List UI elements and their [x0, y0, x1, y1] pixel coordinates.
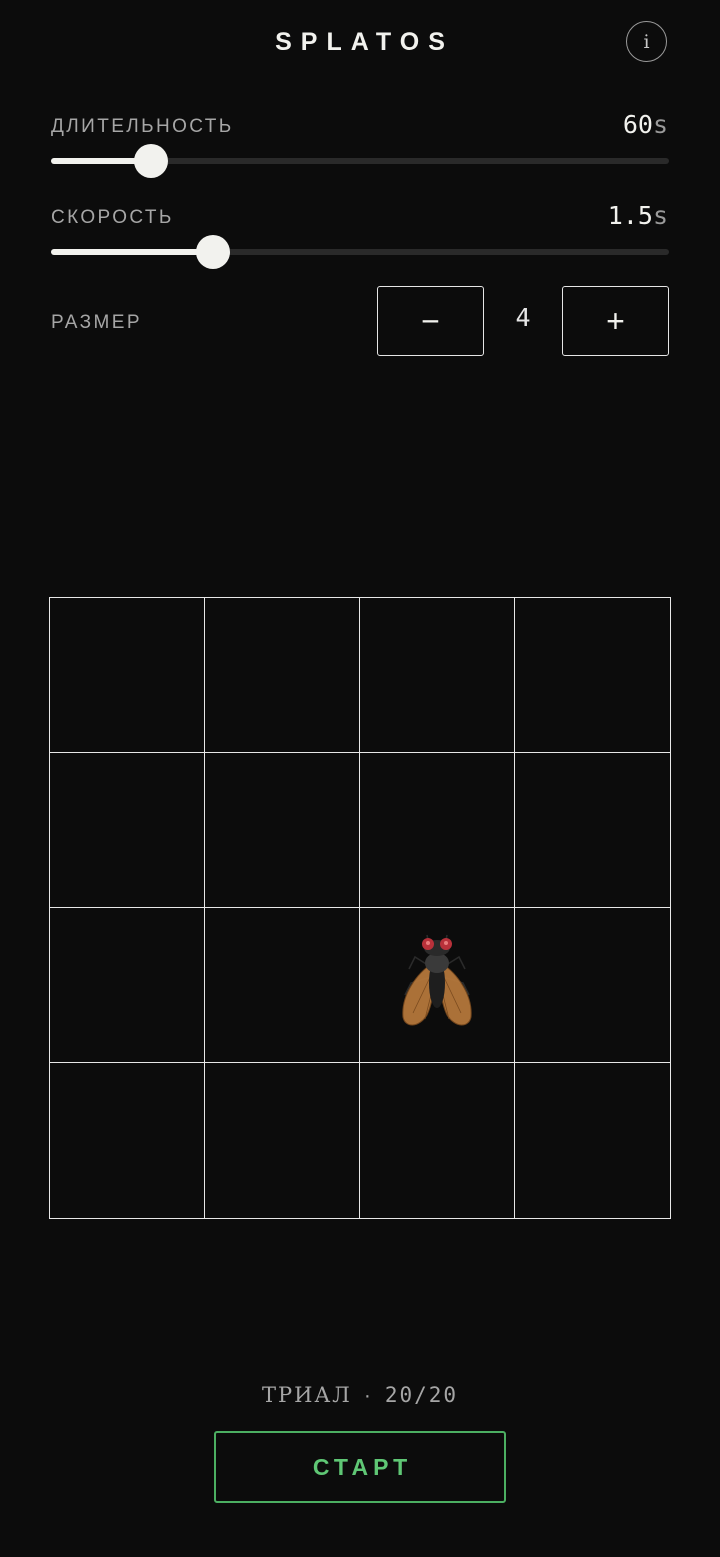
grid-cell[interactable] — [515, 753, 670, 908]
size-decrease-button[interactable]: − — [377, 286, 484, 356]
trial-separator: · — [363, 1384, 373, 1407]
speed-number: 1.5 — [607, 201, 653, 230]
size-label: РАЗМЕР — [51, 312, 142, 333]
grid-cell[interactable] — [205, 598, 360, 753]
grid-cell[interactable] — [360, 598, 515, 753]
duration-value: 60s — [623, 110, 668, 139]
duration-slider-thumb[interactable] — [134, 144, 169, 178]
grid-cell[interactable] — [515, 908, 670, 1063]
grid-cell[interactable] — [50, 908, 205, 1063]
grid-cell[interactable] — [205, 908, 360, 1063]
size-increase-button[interactable]: + — [562, 286, 669, 356]
speed-slider-thumb[interactable] — [195, 235, 230, 269]
grid-cell[interactable] — [205, 1063, 360, 1218]
app-title: SPLATOS — [275, 28, 454, 56]
speed-unit: s — [652, 201, 668, 230]
grid-cell[interactable] — [360, 1063, 515, 1218]
speed-slider[interactable] — [51, 235, 669, 269]
speed-slider-fill — [51, 249, 213, 255]
info-button[interactable]: i — [626, 21, 667, 62]
trial-status: ТРИАЛ · 20/20 — [0, 1383, 720, 1408]
duration-number: 60 — [622, 110, 653, 139]
grid-cell[interactable] — [515, 598, 670, 753]
fly-icon[interactable] — [391, 933, 483, 1038]
grid-cell[interactable] — [50, 1063, 205, 1218]
grid-cell[interactable] — [360, 753, 515, 908]
plus-icon: + — [606, 302, 625, 339]
grid-cell[interactable] — [515, 1063, 670, 1218]
speed-value: 1.5s — [608, 201, 668, 230]
duration-unit: s — [652, 110, 668, 139]
size-value: 4 — [515, 303, 531, 332]
trial-count: 20/20 — [384, 1383, 459, 1407]
game-board — [49, 597, 671, 1219]
trial-label: ТРИАЛ — [261, 1383, 352, 1407]
grid-cell[interactable] — [50, 598, 205, 753]
minus-icon: − — [421, 302, 440, 339]
grid-cell[interactable] — [360, 908, 515, 1063]
duration-label: ДЛИТЕЛЬНОСТЬ — [51, 116, 234, 137]
grid-cell[interactable] — [205, 753, 360, 908]
info-icon: i — [643, 30, 650, 53]
start-button[interactable]: СТАРТ — [214, 1431, 506, 1503]
speed-label: СКОРОСТЬ — [51, 207, 174, 228]
grid-cell[interactable] — [50, 753, 205, 908]
duration-slider[interactable] — [51, 144, 669, 178]
